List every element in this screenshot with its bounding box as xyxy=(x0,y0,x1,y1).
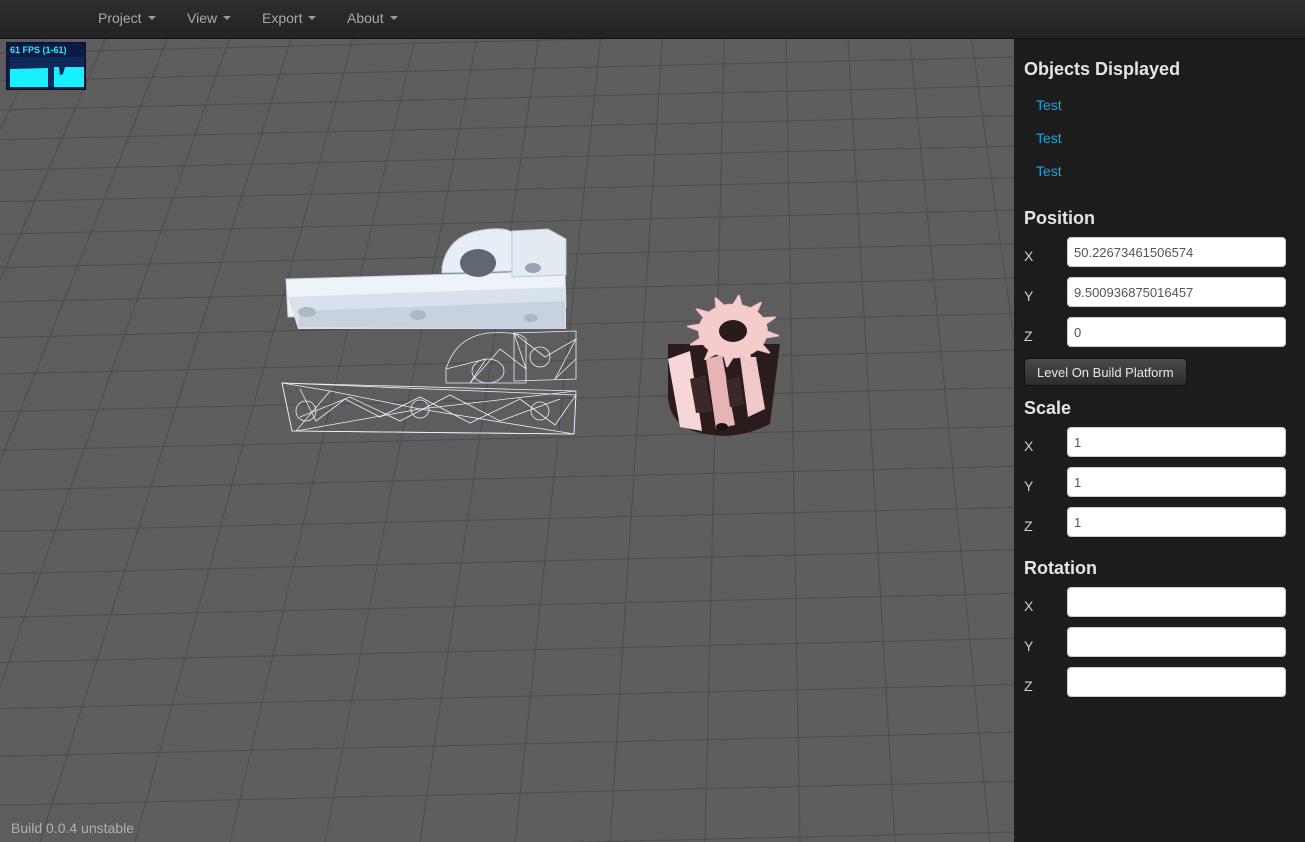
position-y-label: Y xyxy=(1024,288,1034,304)
scale-x-input[interactable] xyxy=(1067,427,1286,457)
chevron-down-icon xyxy=(223,16,232,21)
position-y-input[interactable] xyxy=(1067,277,1286,307)
rotation-x-label: X xyxy=(1024,598,1034,614)
scale-y-input[interactable] xyxy=(1067,467,1286,497)
position-title: Position xyxy=(1024,208,1095,228)
rotation-y-label: Y xyxy=(1024,638,1034,654)
menu-project[interactable]: Project xyxy=(98,0,156,38)
menu-view-label: View xyxy=(187,10,218,26)
bracket-model[interactable] xyxy=(285,228,567,329)
position-x-input[interactable] xyxy=(1067,237,1286,267)
menu-export-label: Export xyxy=(262,10,303,26)
object-link-2[interactable]: Test xyxy=(1036,130,1062,146)
menu-view[interactable]: View xyxy=(187,0,232,38)
position-z-label: Z xyxy=(1024,328,1033,344)
position-x-label: X xyxy=(1024,248,1034,264)
object-link-1[interactable]: Test xyxy=(1036,97,1062,113)
menu-about[interactable]: About xyxy=(347,0,398,38)
wireframe-model[interactable] xyxy=(281,330,577,435)
chevron-down-icon xyxy=(389,16,398,21)
top-navbar: Project View Export About xyxy=(0,0,1305,39)
rotation-z-label: Z xyxy=(1024,678,1033,694)
position-z-input[interactable] xyxy=(1067,317,1286,347)
rotation-y-input[interactable] xyxy=(1067,627,1286,657)
menu-about-label: About xyxy=(347,10,384,26)
object-link-3[interactable]: Test xyxy=(1036,163,1062,179)
chevron-down-icon xyxy=(147,16,156,21)
menu-export[interactable]: Export xyxy=(262,0,317,38)
gear-model[interactable] xyxy=(668,294,780,436)
chevron-down-icon xyxy=(308,16,317,21)
scale-z-label: Z xyxy=(1024,518,1033,534)
properties-sidebar: Objects Displayed Test Test Test Positio… xyxy=(1014,39,1305,842)
rotation-z-input[interactable] xyxy=(1067,667,1286,697)
rotation-title: Rotation xyxy=(1024,558,1097,578)
scale-title: Scale xyxy=(1024,398,1072,418)
build-version: Build 0.0.4 unstable xyxy=(11,820,134,836)
fps-label: 61 FPS (1-61) xyxy=(10,45,67,55)
scale-z-input[interactable] xyxy=(1067,507,1286,537)
rotation-x-input[interactable] xyxy=(1067,587,1286,617)
3d-viewport[interactable] xyxy=(0,39,1014,842)
level-on-build-platform-button[interactable]: Level On Build Platform xyxy=(1024,358,1187,386)
menu-project-label: Project xyxy=(98,10,142,26)
scene-canvas[interactable] xyxy=(0,39,1014,842)
build-platform-grid xyxy=(0,39,1014,842)
scale-y-label: Y xyxy=(1024,478,1034,494)
objects-displayed-title: Objects Displayed xyxy=(1024,59,1181,79)
fps-meter: 61 FPS (1-61) xyxy=(6,42,86,90)
fps-graph xyxy=(10,57,84,87)
scale-x-label: X xyxy=(1024,438,1034,454)
